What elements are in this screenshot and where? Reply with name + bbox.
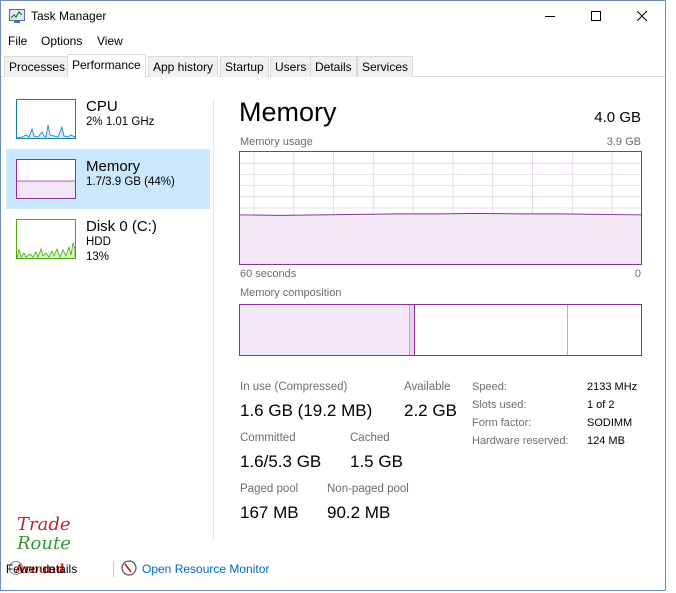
task-manager-icon <box>9 9 25 23</box>
spec-label: Form factor: <box>472 417 532 429</box>
spec-value: 2133 MHz <box>587 381 638 393</box>
page-title: Memory <box>239 97 337 127</box>
non-paged-pool-label: Non-paged pool <box>327 483 409 495</box>
title-bar[interactable]: Task Manager <box>1 1 665 31</box>
committed-label: Committed <box>240 432 296 444</box>
close-icon <box>637 11 647 21</box>
time-axis-start: 60 seconds <box>240 268 297 280</box>
tab-services[interactable]: Services <box>357 56 414 77</box>
window-title: Task Manager <box>31 9 107 23</box>
spec-value: SODIMM <box>587 417 633 429</box>
tab-processes[interactable]: Processes <box>4 56 71 77</box>
memory-usage-graph <box>239 151 642 265</box>
minimize-button[interactable] <box>527 1 573 31</box>
tab-app-history[interactable]: App history <box>148 56 219 77</box>
maximize-button[interactable] <box>573 1 619 31</box>
fewer-details-link[interactable]: Around Fewer details <box>6 562 77 576</box>
memory-thumbnail-graph <box>16 159 76 199</box>
menu-file[interactable]: File <box>8 34 27 48</box>
time-axis-end: 0 <box>634 268 641 280</box>
non-paged-pool-value: 90.2 MB <box>327 503 391 522</box>
watermark-line: Trade <box>17 514 71 535</box>
committed-value: 1.6/5.3 GB <box>240 452 322 471</box>
sidebar-item-detail: 1.7/3.9 GB (44%) <box>86 176 175 188</box>
modified-segment <box>410 305 415 355</box>
cached-label: Cached <box>350 432 390 444</box>
tab-details[interactable]: Details <box>310 56 357 77</box>
sidebar-item-label: CPU <box>86 98 118 115</box>
open-resource-monitor-link[interactable]: Open Resource Monitor <box>142 562 269 576</box>
sidebar-divider <box>213 99 214 539</box>
paged-pool-value: 167 MB <box>240 503 299 522</box>
task-manager-window: Task Manager File Options View Processes… <box>0 0 666 591</box>
cpu-thumbnail-graph <box>16 99 76 139</box>
resource-monitor-icon <box>121 560 137 576</box>
memory-composition-label: Memory composition <box>240 287 342 299</box>
fewer-details-label: Fewer details <box>5 562 78 576</box>
spec-value: 124 MB <box>587 435 625 447</box>
sidebar-item-detail: 13% <box>86 251 110 263</box>
memory-usage-area <box>240 213 641 264</box>
sidebar-item-cpu[interactable]: CPU 2% 1.01 GHz <box>6 89 210 149</box>
sidebar-item-detail: 2% 1.01 GHz <box>86 116 155 128</box>
standby-segment <box>416 305 568 355</box>
maximize-icon <box>591 11 601 21</box>
free-segment <box>569 305 641 355</box>
memory-composition-bar <box>239 304 642 356</box>
menu-view[interactable]: View <box>97 34 123 48</box>
available-label: Available <box>404 381 451 393</box>
sidebar-item-label: Disk 0 (C:) <box>86 218 157 235</box>
sidebar-item-label: Memory <box>86 158 141 175</box>
watermark-logo: Trade Route <box>17 515 71 553</box>
memory-usage-max: 3.9 GB <box>606 136 641 148</box>
menu-options[interactable]: Options <box>41 34 82 48</box>
spec-value: 1 of 2 <box>587 399 615 411</box>
close-button[interactable] <box>619 1 665 31</box>
spec-label: Hardware reserved: <box>472 435 569 447</box>
sidebar-item-disk[interactable]: Disk 0 (C:) HDD 13% <box>6 209 210 269</box>
paged-pool-label: Paged pool <box>240 483 299 495</box>
total-memory: 4.0 GB <box>594 109 641 126</box>
spec-label: Slots used: <box>472 399 527 411</box>
minimize-icon <box>545 16 555 17</box>
in-use-value: 1.6 GB (19.2 MB) <box>240 401 373 420</box>
in-use-segment <box>240 305 410 355</box>
watermark-line: Route <box>17 533 71 554</box>
tab-startup[interactable]: Startup <box>220 56 269 77</box>
sidebar-item-detail: HDD <box>86 236 111 248</box>
tab-performance[interactable]: Performance <box>67 54 146 78</box>
spec-label: Speed: <box>472 381 507 393</box>
footer-divider <box>113 561 114 577</box>
in-use-label: In use (Compressed) <box>240 381 348 393</box>
sidebar-item-memory[interactable]: Memory 1.7/3.9 GB (44%) <box>6 149 210 209</box>
disk-thumbnail-graph <box>16 219 76 259</box>
tab-users[interactable]: Users <box>270 56 312 77</box>
tab-bar: Processes Performance App history Startu… <box>1 54 665 78</box>
cached-value: 1.5 GB <box>350 452 403 471</box>
memory-usage-label: Memory usage <box>240 136 313 148</box>
available-value: 2.2 GB <box>404 401 457 420</box>
